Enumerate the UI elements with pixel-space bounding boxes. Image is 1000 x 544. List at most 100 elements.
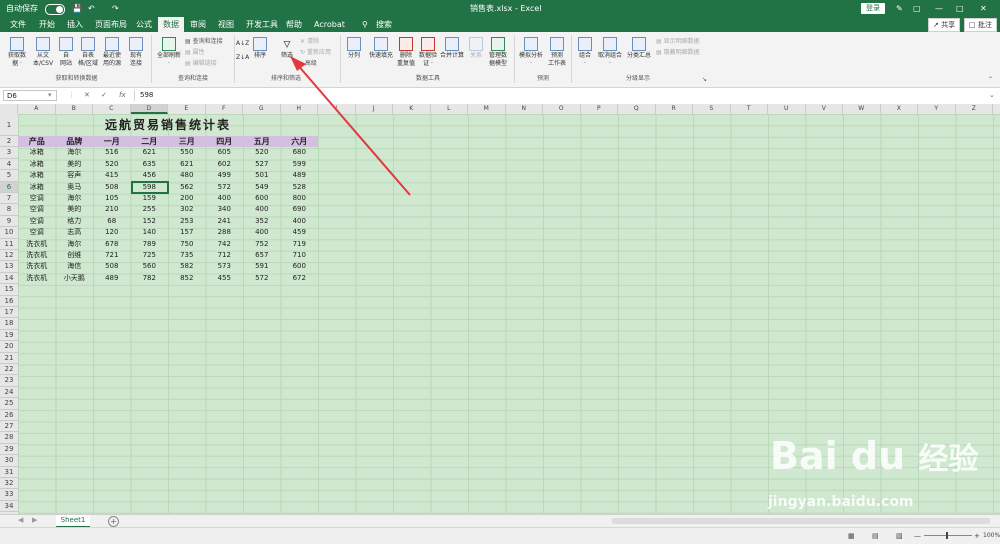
tab-formulas[interactable]: 公式 bbox=[136, 17, 152, 32]
table-cell[interactable]: 小天鹅 bbox=[56, 273, 94, 284]
from-text-csv-button[interactable]: 从文 本/CSV bbox=[31, 37, 55, 68]
table-cell[interactable]: 352 bbox=[243, 216, 281, 227]
table-cell[interactable]: 奥马 bbox=[56, 182, 94, 193]
dialog-launcher-icon[interactable]: ↘ bbox=[702, 76, 707, 84]
table-cell[interactable]: 742 bbox=[206, 239, 244, 250]
table-cell[interactable]: 710 bbox=[281, 250, 319, 261]
subtotal-button[interactable]: 分类汇总 bbox=[625, 37, 653, 60]
save-icon[interactable]: 💾 bbox=[72, 0, 82, 17]
tab-insert[interactable]: 插入 bbox=[67, 17, 83, 32]
table-cell[interactable]: 空调 bbox=[18, 216, 56, 227]
table-cell[interactable]: 789 bbox=[131, 239, 169, 250]
table-cell[interactable]: 格力 bbox=[56, 216, 94, 227]
row-header[interactable]: 30 bbox=[0, 455, 18, 467]
name-box-dropdown-icon[interactable]: ▾ bbox=[48, 90, 52, 101]
add-sheet-button[interactable]: + bbox=[108, 516, 119, 527]
table-cell[interactable]: 255 bbox=[131, 204, 169, 215]
next-sheet-icon[interactable]: ▶ bbox=[32, 516, 37, 524]
table-cell[interactable]: 678 bbox=[93, 239, 131, 250]
row-header[interactable]: 22 bbox=[0, 364, 18, 376]
horizontal-scrollbar[interactable] bbox=[612, 518, 990, 524]
zoom-out-icon[interactable]: — bbox=[914, 528, 921, 544]
table-cell[interactable]: 洗衣机 bbox=[18, 273, 56, 284]
tab-help[interactable]: 帮助 bbox=[286, 17, 302, 32]
close-icon[interactable]: ✕ bbox=[980, 0, 987, 17]
row-header[interactable]: 31 bbox=[0, 467, 18, 478]
column-header-n[interactable]: N bbox=[506, 104, 543, 114]
table-cell[interactable]: 635 bbox=[131, 159, 169, 170]
table-cell[interactable]: 415 bbox=[93, 170, 131, 181]
table-cell[interactable]: 680 bbox=[281, 147, 319, 158]
search-icon[interactable]: ⚲ bbox=[362, 17, 368, 32]
redo-icon[interactable]: ↷ bbox=[112, 0, 119, 17]
select-all-corner[interactable] bbox=[0, 104, 18, 114]
text-to-columns-button[interactable]: 分列 bbox=[344, 37, 364, 60]
column-header-q[interactable]: Q bbox=[618, 104, 656, 114]
row-header[interactable]: 23 bbox=[0, 375, 18, 387]
remove-duplicates-button[interactable]: 删除 重复值 bbox=[396, 37, 416, 68]
filter-button[interactable]: ▿ 筛选 bbox=[276, 37, 298, 60]
table-cell[interactable]: 空调 bbox=[18, 193, 56, 204]
row-header[interactable]: 18 bbox=[0, 318, 18, 330]
get-data-button[interactable]: 获取数 据 · bbox=[5, 37, 29, 68]
table-cell[interactable]: 159 bbox=[131, 193, 169, 204]
table-cell[interactable]: 空调 bbox=[18, 227, 56, 238]
table-cell[interactable]: 400 bbox=[243, 204, 281, 215]
table-cell[interactable]: 549 bbox=[243, 182, 281, 193]
column-header-r[interactable]: R bbox=[656, 104, 693, 114]
table-cell[interactable]: 605 bbox=[206, 147, 244, 158]
table-cell[interactable]: 志高 bbox=[56, 227, 94, 238]
tab-view[interactable]: 视图 bbox=[218, 17, 234, 32]
hide-detail-button[interactable]: ▤ 隐藏明细数据 bbox=[656, 49, 700, 57]
table-cell[interactable]: 容声 bbox=[56, 170, 94, 181]
page-break-icon[interactable]: ▧ bbox=[896, 528, 903, 544]
table-cell[interactable]: 602 bbox=[206, 159, 244, 170]
row-header[interactable]: 5 bbox=[0, 170, 18, 182]
table-cell[interactable]: 712 bbox=[206, 250, 244, 261]
table-cell[interactable]: 冰箱 bbox=[18, 170, 56, 181]
table-cell[interactable]: 152 bbox=[131, 216, 169, 227]
column-header-w[interactable]: W bbox=[843, 104, 881, 114]
table-cell[interactable]: 冰箱 bbox=[18, 147, 56, 158]
table-cell[interactable]: 852 bbox=[168, 273, 206, 284]
formula-input[interactable]: 598 bbox=[134, 90, 996, 101]
column-header-t[interactable]: T bbox=[731, 104, 768, 114]
table-cell[interactable]: 459 bbox=[281, 227, 319, 238]
table-cell[interactable]: 725 bbox=[131, 250, 169, 261]
column-header-i[interactable]: I bbox=[318, 104, 356, 114]
table-cell[interactable]: 105 bbox=[93, 193, 131, 204]
edit-links-button[interactable]: ▤ 编辑链接 bbox=[185, 60, 217, 68]
table-cell[interactable]: 456 bbox=[131, 170, 169, 181]
table-cell[interactable]: 海尔 bbox=[56, 193, 94, 204]
column-header-e[interactable]: E bbox=[168, 104, 206, 114]
column-header-cell[interactable]: 五月 bbox=[243, 136, 281, 147]
column-header-j[interactable]: J bbox=[356, 104, 393, 114]
table-cell[interactable]: 501 bbox=[243, 170, 281, 181]
row-header[interactable]: 12 bbox=[0, 250, 18, 262]
from-web-button[interactable]: 自 网站 bbox=[56, 37, 76, 68]
login-button[interactable]: 登录 bbox=[861, 3, 885, 14]
tab-developer[interactable]: 开发工具 bbox=[246, 17, 278, 32]
table-cell[interactable]: 美的 bbox=[56, 159, 94, 170]
row-header[interactable]: 7 bbox=[0, 193, 18, 205]
row-header[interactable]: 2 bbox=[0, 136, 18, 148]
table-cell[interactable]: 340 bbox=[206, 204, 244, 215]
reapply-button[interactable]: ↻ 重新应用 bbox=[300, 49, 331, 57]
table-cell[interactable]: 573 bbox=[206, 261, 244, 272]
row-header[interactable]: 20 bbox=[0, 341, 18, 353]
table-cell[interactable]: 621 bbox=[131, 147, 169, 158]
sort-az-button[interactable]: A↓Z bbox=[236, 40, 249, 48]
row-header[interactable]: 21 bbox=[0, 353, 18, 364]
data-validation-button[interactable]: 数据验 证 · bbox=[417, 37, 439, 68]
relationships-button[interactable]: 关系 bbox=[467, 37, 485, 60]
sort-za-button[interactable]: Z↓A bbox=[236, 54, 249, 62]
row-header[interactable]: 17 bbox=[0, 307, 18, 319]
ribbon-display-icon[interactable]: ▢ bbox=[913, 0, 921, 17]
column-header-cell[interactable]: 六月 bbox=[281, 136, 319, 147]
table-cell[interactable]: 690 bbox=[281, 204, 319, 215]
table-cell[interactable]: 508 bbox=[93, 261, 131, 272]
table-cell[interactable]: 752 bbox=[243, 239, 281, 250]
column-header-cell[interactable]: 一月 bbox=[93, 136, 131, 147]
insert-function-icon[interactable]: fx bbox=[119, 90, 126, 101]
table-cell[interactable]: 洗衣机 bbox=[18, 261, 56, 272]
